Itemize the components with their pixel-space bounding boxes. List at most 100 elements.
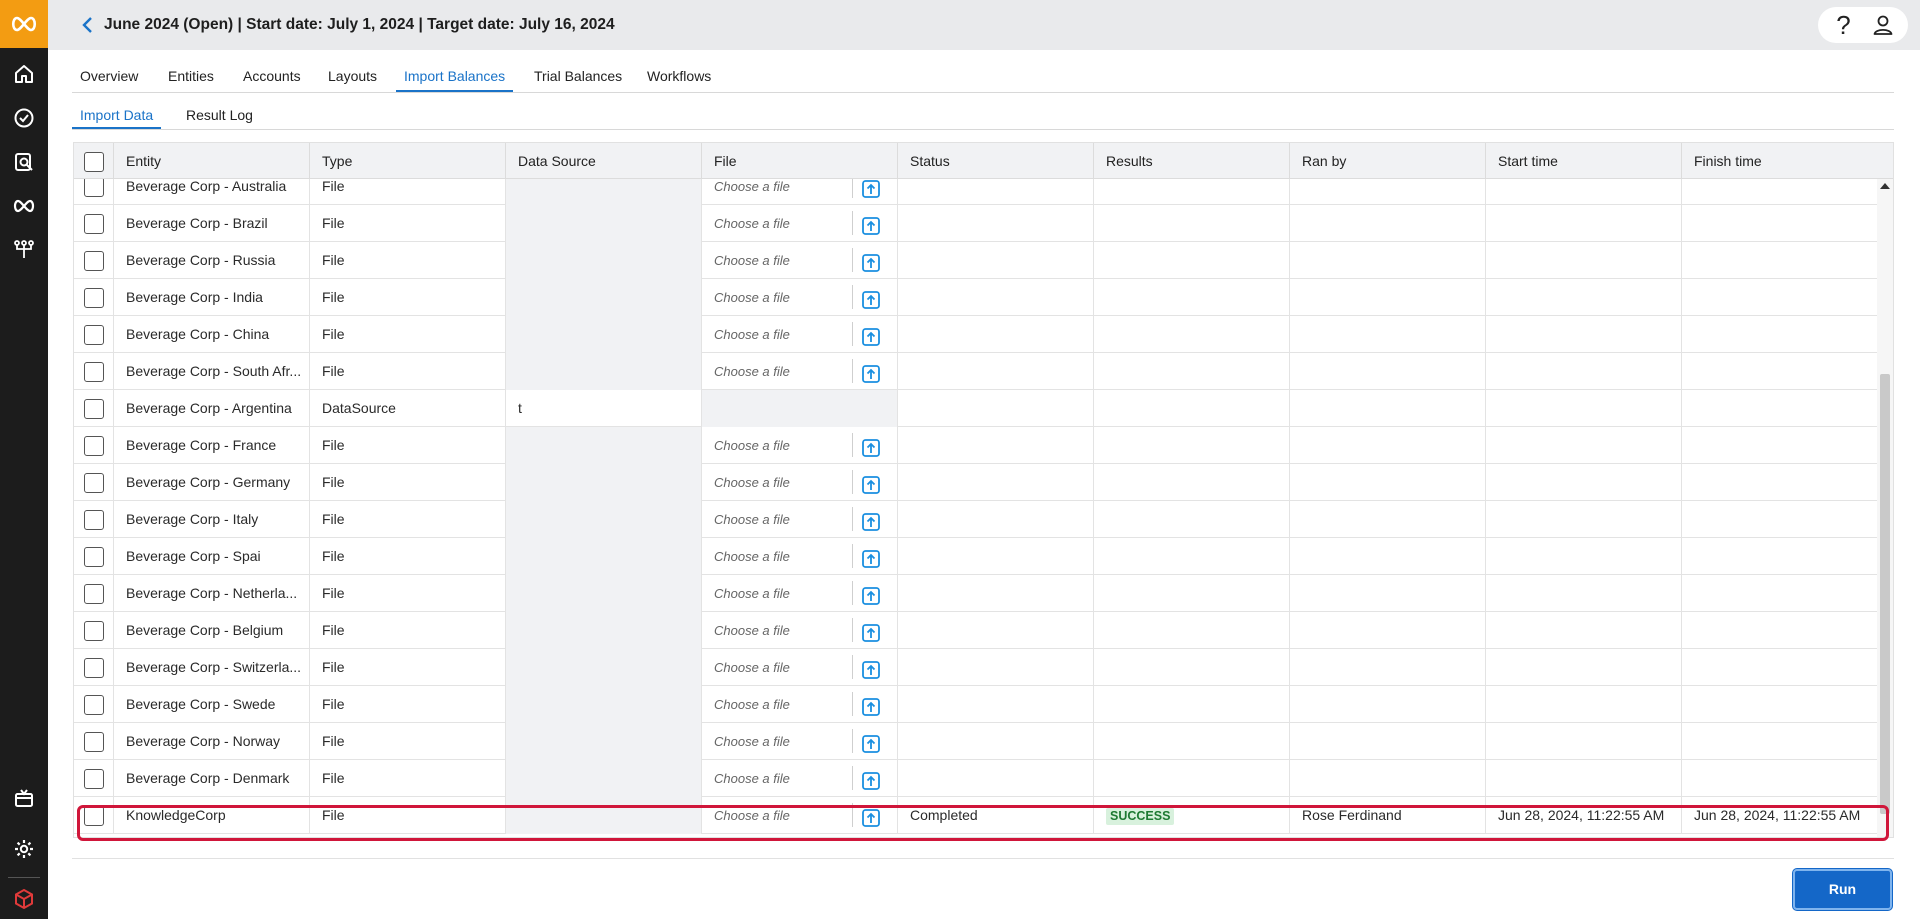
row-checkbox[interactable] [84,732,104,752]
row-checkbox[interactable] [84,214,104,234]
column-header-entity[interactable]: Entity [114,143,310,179]
row-checkbox[interactable] [84,251,104,271]
choose-file-placeholder[interactable]: Choose a file [714,771,790,786]
file-cell[interactable]: Choose a file [702,575,898,612]
row-checkbox[interactable] [84,399,104,419]
back-chevron-icon[interactable] [76,13,100,37]
infinity-icon[interactable] [0,186,48,226]
tab-accounts[interactable]: Accounts [235,60,309,92]
table-row[interactable]: Beverage Corp - India File Choose a file [74,279,1879,316]
row-checkbox[interactable] [84,769,104,789]
table-row[interactable]: Beverage Corp - Belgium File Choose a file [74,612,1879,649]
help-button[interactable]: ? [1828,7,1860,43]
table-scrollbar[interactable] [1877,179,1893,837]
row-checkbox[interactable] [84,547,104,567]
scroll-up-arrow-icon[interactable] [1880,183,1890,189]
choose-file-placeholder[interactable]: Choose a file [714,364,790,379]
file-cell[interactable]: Choose a file [702,427,898,464]
upload-icon[interactable] [861,472,881,494]
table-row[interactable]: Beverage Corp - Swede File Choose a file [74,686,1879,723]
file-cell[interactable]: Choose a file [702,538,898,575]
upload-icon[interactable] [861,250,881,272]
check-circle-icon[interactable] [0,98,48,138]
choose-file-placeholder[interactable]: Choose a file [714,512,790,527]
file-cell[interactable]: Choose a file [702,179,898,205]
upload-icon[interactable] [861,583,881,605]
upload-icon[interactable] [861,768,881,790]
upload-icon[interactable] [861,731,881,753]
table-row[interactable]: Beverage Corp - Denmark File Choose a file [74,760,1879,797]
gear-icon[interactable] [0,829,48,869]
file-cell[interactable]: Choose a file [702,501,898,538]
tab-trial-balances[interactable]: Trial Balances [526,60,630,92]
tab-layouts[interactable]: Layouts [320,60,385,92]
choose-file-placeholder[interactable]: Choose a file [714,290,790,305]
home-icon[interactable] [0,54,48,94]
table-row[interactable]: Beverage Corp - France File Choose a file [74,427,1879,464]
data-source-cell[interactable]: t [506,390,702,427]
table-row[interactable]: Beverage Corp - Spai File Choose a file [74,538,1879,575]
table-row[interactable]: Beverage Corp - Russia File Choose a file [74,242,1879,279]
choose-file-placeholder[interactable]: Choose a file [714,623,790,638]
upload-icon[interactable] [861,805,881,827]
table-row[interactable]: Beverage Corp - Norway File Choose a file [74,723,1879,760]
file-cell[interactable]: Choose a file [702,649,898,686]
app-logo[interactable] [0,0,48,48]
column-header-file[interactable]: File [702,143,898,179]
cube-icon[interactable] [0,879,48,919]
choose-file-placeholder[interactable]: Choose a file [714,808,790,823]
choose-file-placeholder[interactable]: Choose a file [714,586,790,601]
choose-file-placeholder[interactable]: Choose a file [714,253,790,268]
table-row[interactable]: Beverage Corp - Netherla... File Choose a … [74,575,1879,612]
table-row[interactable]: Beverage Corp - Italy File Choose a file [74,501,1879,538]
row-checkbox[interactable] [84,362,104,382]
run-button[interactable]: Run [1793,869,1892,910]
choose-file-placeholder[interactable]: Choose a file [714,475,790,490]
file-cell[interactable]: Choose a file [702,760,898,797]
column-header-results[interactable]: Results [1094,143,1290,179]
upload-icon[interactable] [861,435,881,457]
scrollbar-thumb[interactable] [1880,374,1890,814]
upload-icon[interactable] [861,324,881,346]
user-icon[interactable] [1867,7,1899,43]
row-checkbox[interactable] [84,325,104,345]
table-row[interactable]: Beverage Corp - South Afr... File Choose a… [74,353,1879,390]
row-checkbox[interactable] [84,179,104,197]
package-icon[interactable] [0,778,48,818]
table-row[interactable]: Beverage Corp - Germany File Choose a file [74,464,1879,501]
row-checkbox[interactable] [84,473,104,493]
table-row[interactable]: Beverage Corp - China File Choose a file [74,316,1879,353]
file-cell[interactable]: Choose a file [702,797,898,834]
tab-import-balances[interactable]: Import Balances [396,60,514,92]
file-cell[interactable]: Choose a file [702,242,898,279]
row-checkbox[interactable] [84,658,104,678]
table-row[interactable]: Beverage Corp - Australia File Choose a fi… [74,179,1879,205]
choose-file-placeholder[interactable]: Choose a file [714,734,790,749]
choose-file-placeholder[interactable]: Choose a file [714,179,790,194]
tab-overview[interactable]: Overview [72,60,146,92]
upload-icon[interactable] [861,694,881,716]
row-checkbox[interactable] [84,806,104,826]
table-row[interactable]: KnowledgeCorp File Choose a file Completed S… [74,797,1879,834]
upload-icon[interactable] [861,179,881,198]
column-header-status[interactable]: Status [898,143,1094,179]
choose-file-placeholder[interactable]: Choose a file [714,327,790,342]
file-cell[interactable]: Choose a file [702,723,898,760]
column-header-start-time[interactable]: Start time [1486,143,1682,179]
row-checkbox[interactable] [84,436,104,456]
choose-file-placeholder[interactable]: Choose a file [714,549,790,564]
tab-entities[interactable]: Entities [160,60,222,92]
upload-icon[interactable] [861,620,881,642]
column-header-ran-by[interactable]: Ran by [1290,143,1486,179]
upload-icon[interactable] [861,213,881,235]
choose-file-placeholder[interactable]: Choose a file [714,216,790,231]
choose-file-placeholder[interactable]: Choose a file [714,697,790,712]
file-cell[interactable]: Choose a file [702,686,898,723]
table-row[interactable]: Beverage Corp - Switzerla... File Choose a… [74,649,1879,686]
upload-icon[interactable] [861,509,881,531]
tab-workflows[interactable]: Workflows [639,60,719,92]
file-cell[interactable]: Choose a file [702,612,898,649]
workflow-icon[interactable] [0,230,48,270]
choose-file-placeholder[interactable]: Choose a file [714,438,790,453]
tab-import-data[interactable]: Import Data [72,102,162,129]
